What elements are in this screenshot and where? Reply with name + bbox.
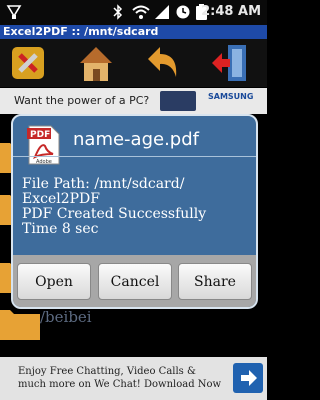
svg-text:Adobe: Adobe [36,159,52,165]
arrow-right-icon [241,370,257,386]
exit-icon[interactable] [210,41,250,85]
ad-bottom-text: Enjoy Free Chatting, Video Calls & much … [18,366,222,390]
toolbar [0,39,267,87]
svg-text:PDF: PDF [30,130,50,140]
share-button[interactable]: Share [178,263,252,300]
file-path-line: Excel2PDF [22,191,100,207]
app-title-bar: Excel2PDF :: /mnt/sdcard [0,25,267,39]
app-title: Excel2PDF :: /mnt/sdcard [3,25,159,38]
status-time: 2:48 AM [201,4,261,19]
bluetooth-icon [113,4,123,20]
ad-banner-top[interactable]: Want the power of a PC? SAMSUNG [0,88,267,114]
open-button[interactable]: Open [17,263,91,300]
home-icon[interactable] [76,41,116,85]
dialog-divider [13,156,256,157]
pdf-file-icon: PDF Adobe [27,124,61,166]
ad-banner-bottom[interactable]: Enjoy Free Chatting, Video Calls & much … [0,357,267,400]
folder-icon[interactable] [0,304,40,340]
dialog-message: File Path: /mnt/sdcard/ Excel2PDF PDF Cr… [22,177,252,237]
alarm-icon [176,5,190,19]
status-bar: 2:48 AM [0,0,267,25]
ad-top-text: Want the power of a PC? [14,94,150,107]
file-path-line: File Path: /mnt/sdcard/ [22,176,185,192]
pdf-created-dialog: PDF Adobe name-age.pdf File Path: /mnt/s… [11,114,258,309]
signal-icon [155,5,169,19]
elapsed-time: Time 8 sec [22,221,99,237]
ad-go-button[interactable] [233,363,263,393]
settings-icon[interactable] [8,41,48,85]
ad-top-brand: SAMSUNG [208,92,254,101]
usb-debug-icon [6,5,22,19]
status-message: PDF Created Successfully [22,206,207,222]
back-icon[interactable] [142,41,182,85]
list-item-label[interactable]: /beibei [40,308,92,326]
dialog-button-bar: Open Cancel Share [13,255,256,307]
dialog-title: name-age.pdf [73,129,199,150]
cancel-button[interactable]: Cancel [98,263,172,300]
wifi-icon [132,5,150,19]
ad-top-product-image [160,91,196,111]
